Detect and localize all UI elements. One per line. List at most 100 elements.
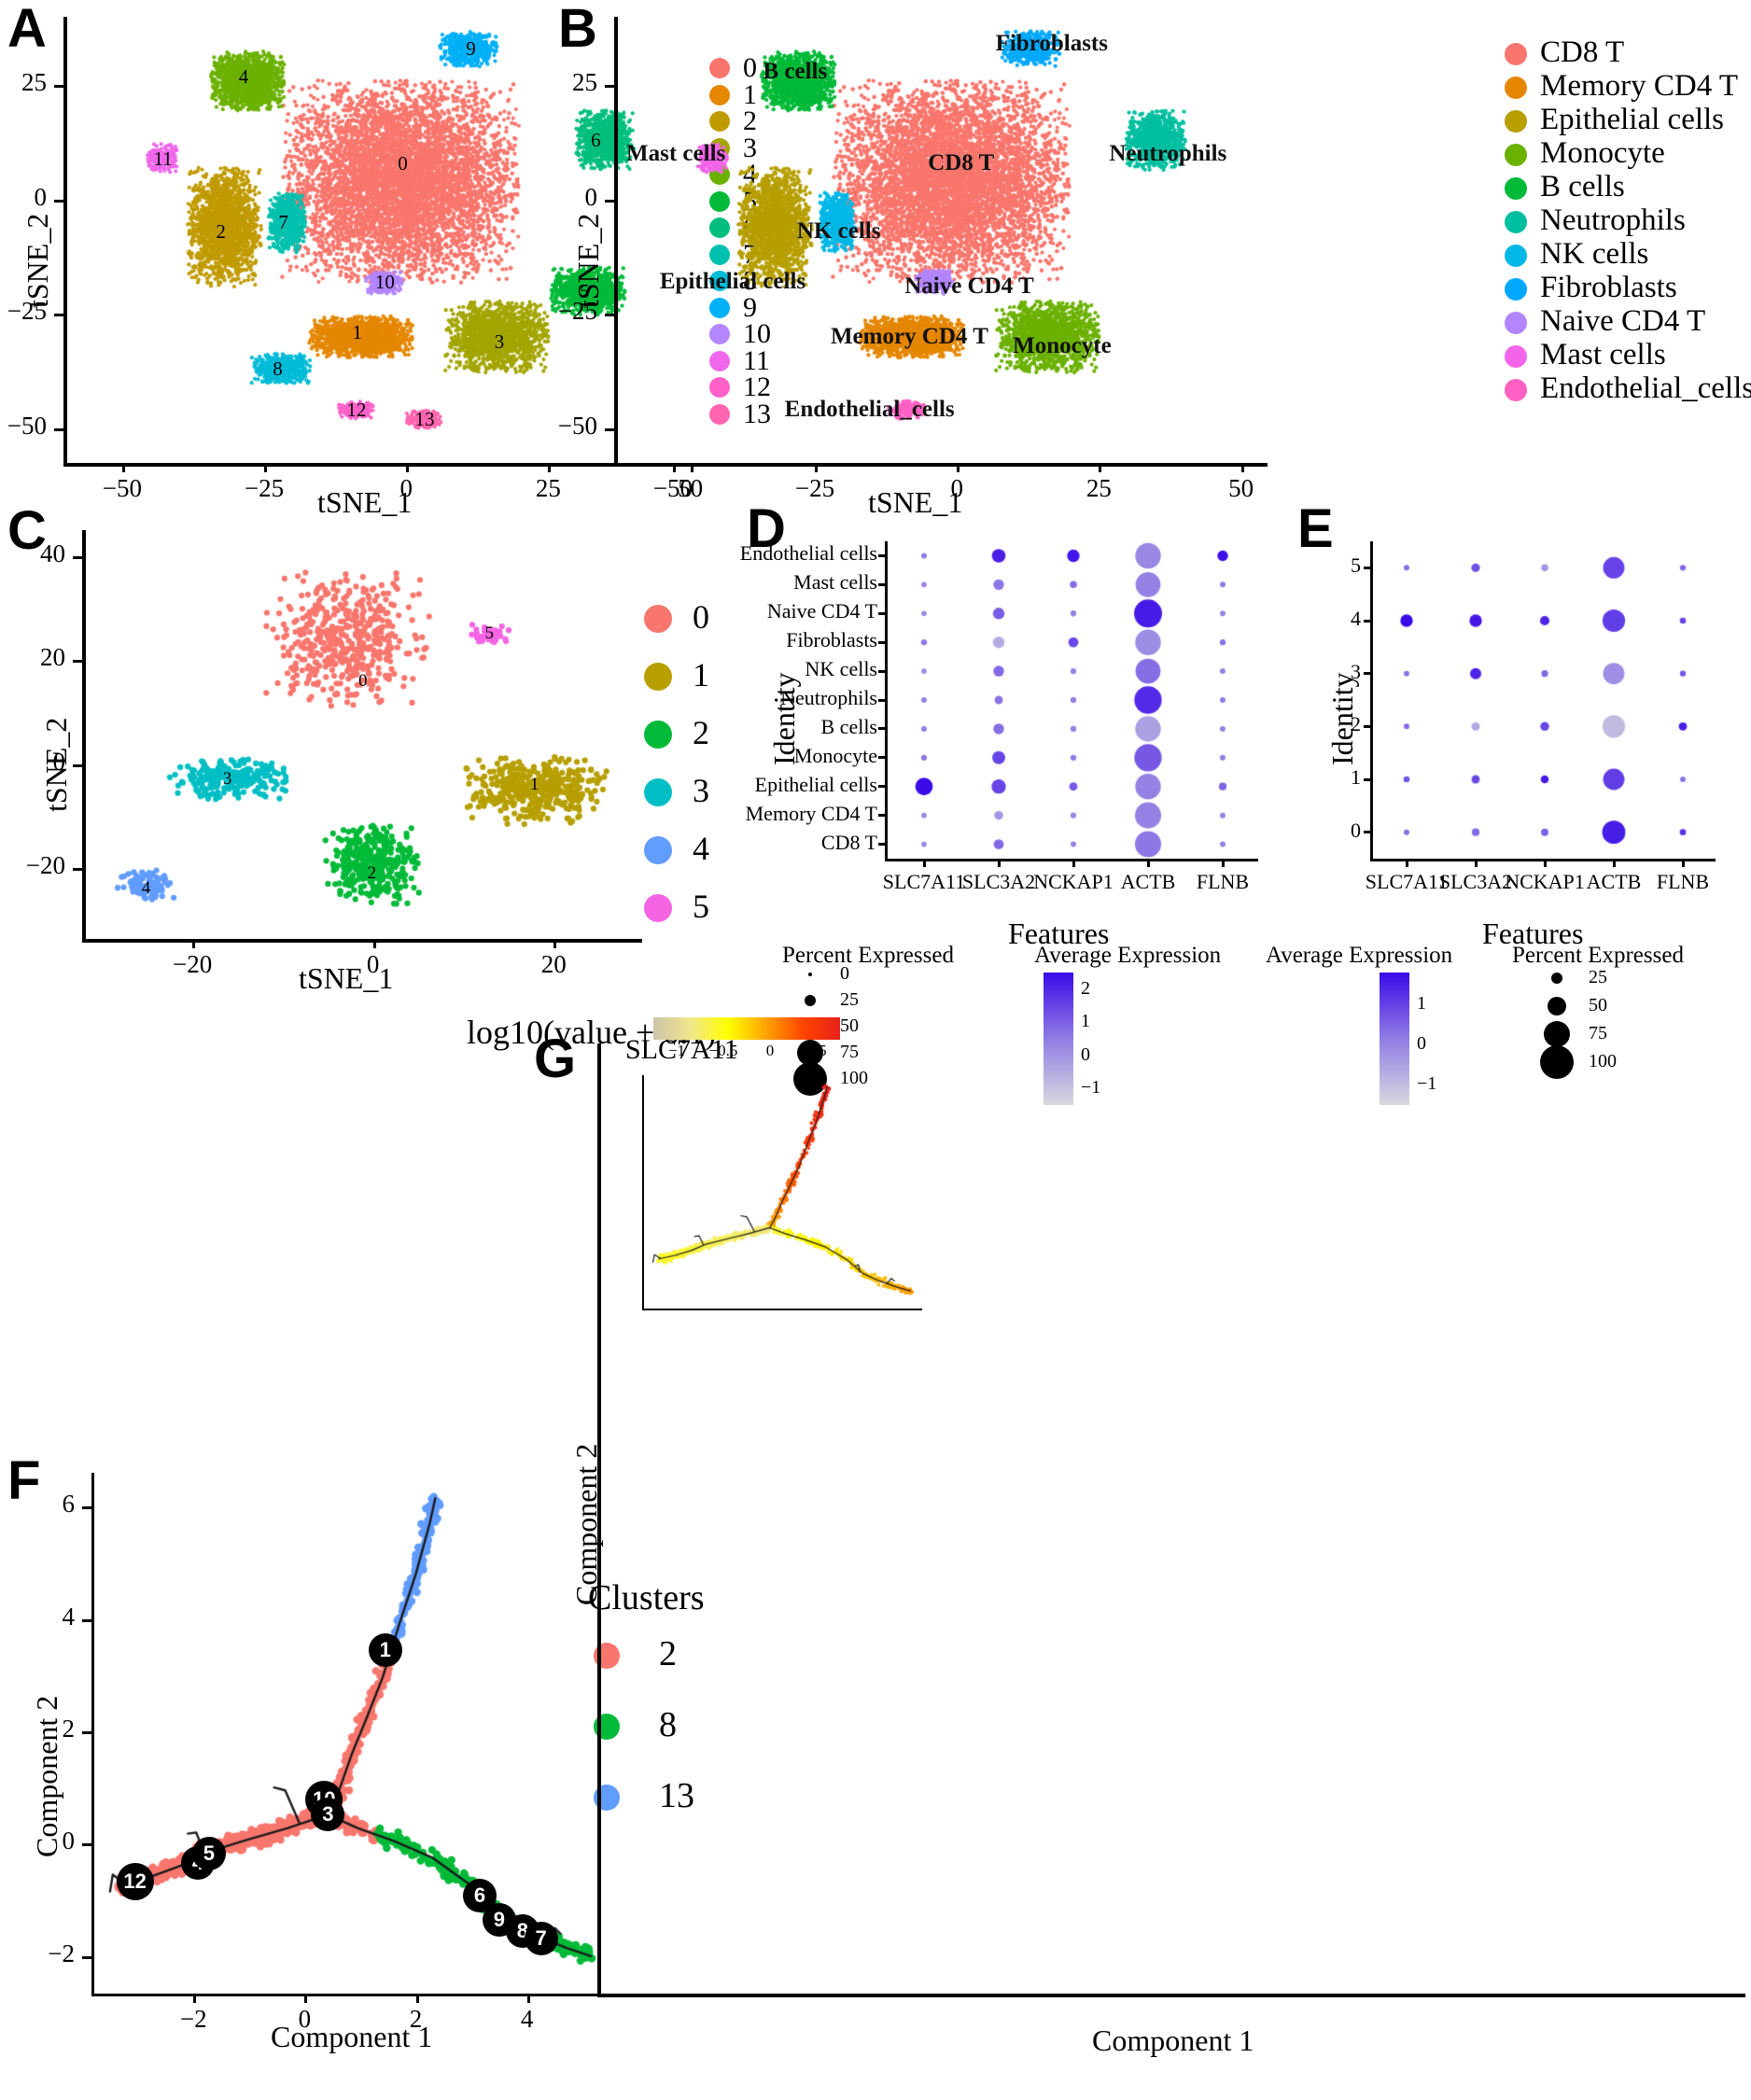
legend-label-1: Memory CD4 T — [1540, 69, 1739, 103]
tick-label: 25 — [535, 474, 561, 502]
tick-label: 0 — [399, 474, 413, 502]
colorbar-tick-SLC7A11-0: −1 — [667, 1042, 686, 1059]
panel-f-x-axis — [91, 1994, 614, 1996]
tick-mark — [1072, 859, 1075, 867]
legend-swatch-9 — [1505, 345, 1527, 368]
tick-mark — [605, 199, 614, 203]
legend-label-5: 5 — [693, 888, 709, 925]
tick-mark — [1364, 619, 1372, 623]
identity-label-B-cells: B cells — [820, 714, 878, 738]
identity-label-0: 0 — [1351, 818, 1361, 842]
branch-node-5-4: 5 — [191, 1837, 226, 1871]
legend-swatch-7 — [1505, 278, 1527, 301]
tick-label: −20 — [25, 851, 65, 880]
celltype-label-Mast-cells: Mast cells — [626, 140, 726, 166]
tick-label: 40 — [40, 539, 65, 567]
legend-label-0: CD8 T — [1540, 35, 1625, 69]
legend-label-8: Naive CD4 T — [1540, 304, 1706, 338]
panel-g-x-axis — [597, 1994, 1745, 1997]
tick-mark — [548, 463, 552, 472]
cluster-label-12: 12 — [346, 399, 367, 422]
tick-mark — [73, 763, 82, 767]
size-swatch-25 — [1550, 972, 1563, 985]
tick-mark — [1364, 777, 1372, 781]
panel-f-legend-title: Clusters — [588, 1578, 705, 1617]
tick-mark — [878, 669, 887, 673]
size-legend-label-25: 25 — [1589, 967, 1607, 987]
size-legend-label-100: 100 — [1589, 1051, 1617, 1071]
legend-swatch-10 — [1505, 379, 1527, 401]
tick-mark — [82, 1955, 91, 1959]
size-swatch-0 — [807, 972, 813, 977]
cluster-label-1: 1 — [352, 320, 363, 343]
tick-mark — [54, 427, 63, 431]
legend-label-4: B cells — [1540, 170, 1625, 203]
legend-label-3: Monocyte — [1540, 136, 1665, 170]
cluster-label-3: 3 — [222, 769, 232, 790]
color-tick-1: 1 — [1081, 1011, 1090, 1032]
identity-label-Epithelial-cells: Epithelial cells — [754, 772, 877, 796]
branch-node-12-5: 12 — [116, 1863, 154, 1901]
tick-mark — [1474, 859, 1478, 867]
legend-swatch-4 — [1505, 177, 1527, 200]
celltype-label-Epithelial-cells: Epithelial cells — [659, 269, 806, 295]
identity-label-Mast-cells: Mast cells — [793, 570, 877, 595]
tick-label: 4 — [62, 1602, 76, 1631]
legend-swatch-0 — [1505, 43, 1527, 65]
color-tick-1: 1 — [1417, 993, 1426, 1015]
panel-c-y-axis — [82, 530, 86, 941]
tick-mark — [1364, 831, 1372, 834]
tick-mark — [1405, 859, 1408, 867]
color-tick-2: 2 — [1081, 977, 1090, 999]
tick-mark — [672, 463, 676, 472]
celltype-label-Neutrophils: Neutrophils — [1109, 140, 1227, 166]
size-swatch-75 — [1543, 1020, 1571, 1048]
legend-swatch-0 — [644, 605, 672, 633]
identity-label-5: 5 — [1351, 553, 1361, 578]
tick-label: 4 — [520, 2005, 534, 2033]
tick-label: 0 — [34, 182, 48, 211]
panel-g-x-title: Component 1 — [1092, 2023, 1254, 2057]
tick-label: −2 — [179, 2005, 207, 2033]
legend-swatch-6 — [1505, 245, 1527, 267]
tick-label: 0 — [298, 2005, 312, 2033]
size-swatch-50 — [1547, 996, 1567, 1016]
tick-mark — [878, 582, 887, 586]
tick-mark — [54, 85, 63, 89]
tick-mark — [878, 611, 887, 615]
panel-c-x-axis — [82, 939, 642, 943]
identity-label-Memory-CD4-T: Memory CD4 T — [745, 801, 877, 825]
tick-label: 20 — [40, 643, 65, 672]
identity-label-1: 1 — [1351, 765, 1361, 789]
size-legend-label-75: 75 — [840, 1042, 859, 1062]
identity-label-Neutrophils: Neutrophils — [780, 686, 877, 709]
cluster-label-11: 11 — [153, 147, 173, 170]
panel-e-color-legend-title: Average Expression — [1266, 943, 1453, 968]
cluster-label-4: 4 — [238, 64, 249, 88]
facet-y-axis-SLC7A11 — [642, 1075, 644, 1309]
cluster-label-5: 5 — [484, 623, 494, 644]
tick-mark — [878, 640, 887, 644]
identity-label-4: 4 — [1351, 607, 1361, 630]
cluster-label-4: 4 — [141, 878, 151, 899]
panel-letter-b: B — [558, 0, 597, 59]
identity-label-Fibroblasts: Fibroblasts — [786, 628, 877, 652]
tick-mark — [1681, 859, 1685, 867]
tick-label: 0 — [584, 182, 598, 211]
identity-label-Monocyte: Monocyte — [793, 743, 877, 767]
panel-d-color-legend-title: Average Expression — [1034, 943, 1222, 968]
legend-label-10: Endothelial_cells — [1540, 371, 1751, 405]
tick-mark — [815, 463, 819, 472]
tick-mark — [82, 1730, 91, 1734]
legend-swatch-4 — [644, 836, 672, 864]
legend-label-6: NK cells — [1540, 237, 1649, 271]
tick-label: −25 — [244, 474, 285, 502]
identity-label-3: 3 — [1351, 659, 1361, 683]
branch-node-7-9: 7 — [524, 1921, 558, 1955]
celltype-label-Endothelial-cells: Endothelial_cells — [784, 397, 955, 423]
cluster-label-2: 2 — [367, 862, 377, 883]
feature-label-FLNB: FLNB — [1656, 870, 1710, 893]
legend-swatch-8 — [1505, 312, 1527, 334]
tick-mark — [54, 199, 63, 203]
tick-mark — [193, 1994, 197, 2003]
